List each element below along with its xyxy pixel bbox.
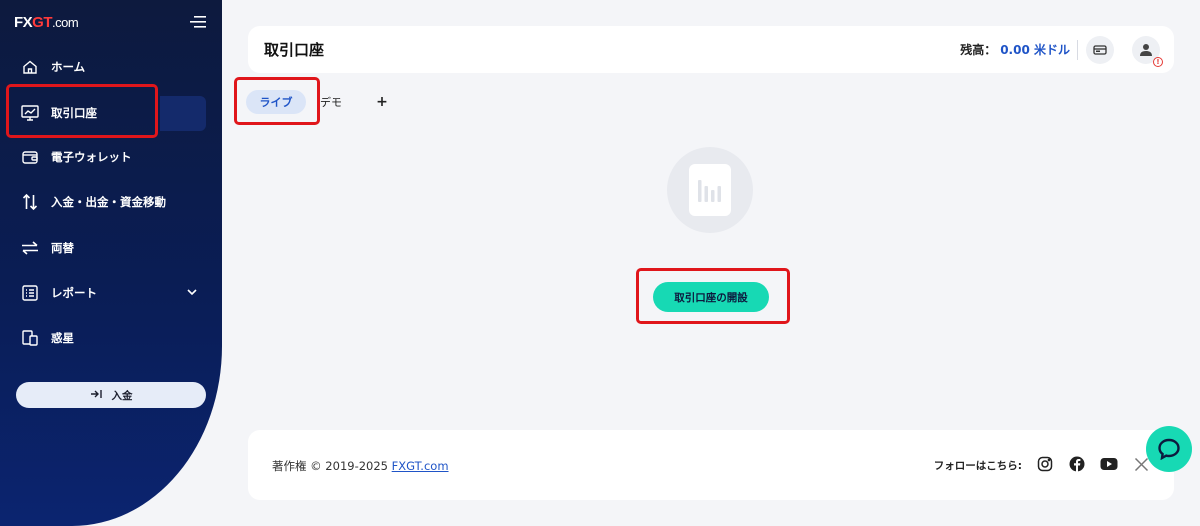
empty-state-chart-icon bbox=[667, 147, 753, 233]
empty-state-card bbox=[689, 164, 731, 216]
deposit-button[interactable]: 入金 bbox=[16, 382, 206, 408]
sidebar-item-report[interactable]: レポート bbox=[10, 275, 206, 311]
balance-label: 残高： bbox=[960, 43, 997, 57]
header-divider bbox=[1077, 40, 1078, 60]
exchange-icon bbox=[20, 238, 40, 258]
sidebar-item-label: 両替 bbox=[51, 241, 74, 255]
footer: 著作権 © 2019-2025 FXGT.com フォローはこちら: bbox=[248, 430, 1174, 500]
login-arrow-icon bbox=[90, 389, 102, 402]
youtube-icon[interactable] bbox=[1100, 455, 1118, 473]
balance-value: 0.00 米ドル bbox=[1000, 43, 1070, 57]
top-header: 取引口座 残高： 0.00 米ドル ! bbox=[248, 26, 1174, 73]
fxgt-home-link[interactable]: FXGT.com bbox=[392, 459, 449, 473]
wallet-card-button[interactable] bbox=[1086, 36, 1114, 64]
sidebar-item-label: レポート bbox=[51, 286, 97, 300]
logo-text-main: FX bbox=[14, 14, 33, 31]
page-title: 取引口座 bbox=[264, 41, 325, 59]
devices-icon bbox=[20, 328, 40, 348]
fxgt-logo[interactable]: FXGT.com bbox=[14, 14, 79, 31]
sidebar-item-label: 取引口座 bbox=[51, 106, 97, 120]
facebook-icon[interactable] bbox=[1068, 455, 1086, 473]
up-down-arrows-icon bbox=[20, 192, 40, 212]
report-list-icon bbox=[20, 283, 40, 303]
home-icon bbox=[20, 57, 40, 77]
logo-text-suffix: .com bbox=[52, 15, 79, 30]
menu-collapse-icon[interactable] bbox=[190, 14, 206, 28]
follow-label: フォローはこちら: bbox=[933, 460, 1022, 472]
sidebar-item-trading-accounts[interactable]: 取引口座 bbox=[10, 95, 160, 131]
sidebar-item-home[interactable]: ホーム bbox=[10, 49, 206, 85]
tab-live[interactable]: ライブ bbox=[246, 90, 306, 114]
card-icon bbox=[1093, 45, 1107, 55]
instagram-icon[interactable] bbox=[1036, 455, 1054, 473]
copyright-text: 著作権 © 2019-2025 FXGT.com bbox=[272, 458, 449, 474]
sidebar-item-label: 入金・出金・資金移動 bbox=[51, 195, 166, 209]
sidebar-item-label: 電子ウォレット bbox=[51, 150, 132, 164]
bar-chart-icon bbox=[698, 180, 721, 202]
balance-display: 残高： 0.00 米ドル bbox=[960, 41, 1070, 58]
alert-badge-icon: ! bbox=[1153, 57, 1163, 67]
sidebar-item-funds[interactable]: 入金・出金・資金移動 bbox=[10, 184, 206, 220]
sidebar-item-exchange[interactable]: 両替 bbox=[10, 230, 206, 266]
chevron-down-icon[interactable] bbox=[186, 286, 198, 298]
copyright-prefix: 著作権 © 2019-2025 bbox=[272, 459, 392, 473]
live-chat-button[interactable] bbox=[1146, 426, 1192, 472]
sidebar: FXGT.com ホーム 取引口座 電子ウォレット 入金・出金・資金移動 両替 … bbox=[0, 0, 222, 526]
add-tab-button[interactable]: + bbox=[373, 90, 391, 114]
user-profile-button[interactable]: ! bbox=[1132, 36, 1163, 67]
sidebar-item-planet[interactable]: 惑星 bbox=[10, 320, 206, 356]
open-trading-account-button[interactable]: 取引口座の開設 bbox=[653, 282, 769, 312]
deposit-button-label: 入金 bbox=[111, 389, 133, 402]
tab-demo[interactable]: デモ bbox=[314, 90, 348, 114]
chart-monitor-icon bbox=[20, 103, 40, 123]
wallet-icon bbox=[20, 147, 40, 167]
sidebar-item-e-wallet[interactable]: 電子ウォレット bbox=[10, 139, 206, 175]
user-icon bbox=[1140, 44, 1152, 56]
sidebar-item-label: ホーム bbox=[51, 60, 86, 74]
chat-bubble-icon bbox=[1158, 438, 1180, 460]
logo-text-accent: GT bbox=[32, 14, 53, 31]
active-item-background bbox=[160, 96, 206, 131]
sidebar-item-label: 惑星 bbox=[51, 331, 74, 345]
